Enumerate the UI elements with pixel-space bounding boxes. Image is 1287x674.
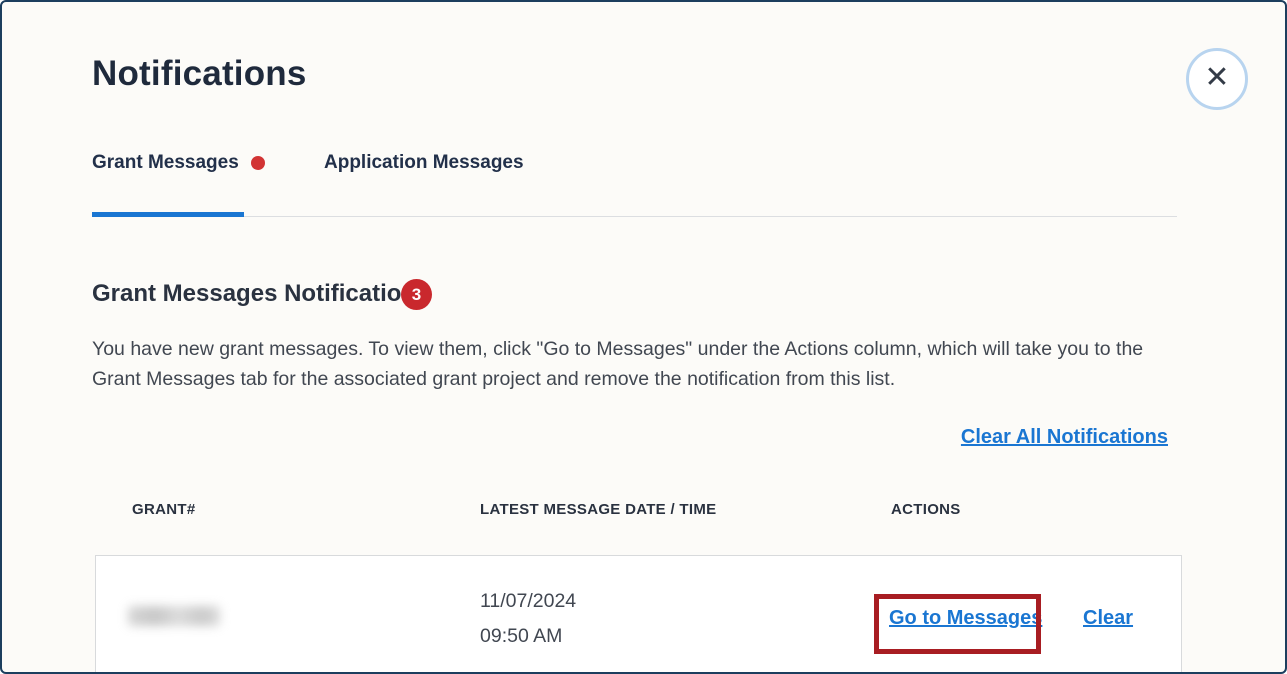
go-to-messages-link[interactable]: Go to Messages [889,607,1042,630]
clear-all-notifications-link[interactable]: Clear All Notifications [961,426,1168,449]
notifications-modal: Notifications ✕ Grant Messages Applicati… [0,0,1287,674]
column-header-date-time: LATEST MESSAGE DATE / TIME [480,501,716,518]
page-title: Notifications [92,54,307,94]
latest-message-date: 11/07/2024 [480,590,576,613]
tab-grant-messages-label: Grant Messages [92,152,239,174]
active-tab-indicator [92,212,244,217]
notification-count-badge: 3 [401,279,432,310]
column-header-actions: ACTIONS [891,501,961,518]
clear-row-link[interactable]: Clear [1083,607,1133,630]
latest-message-time: 09:50 AM [480,625,562,648]
column-header-grant: GRANT# [132,501,195,518]
tab-divider [92,216,1177,217]
grant-number-redacted [128,606,220,626]
section-heading: Grant Messages Notifications [92,280,429,308]
section-description: You have new grant messages. To view the… [92,334,1184,394]
tab-grant-messages[interactable]: Grant Messages [92,152,265,174]
close-icon: ✕ [1204,63,1229,93]
close-button[interactable]: ✕ [1186,48,1248,110]
unread-dot-icon [251,156,265,170]
tab-application-messages[interactable]: Application Messages [324,152,524,174]
tab-application-messages-label: Application Messages [324,152,524,174]
